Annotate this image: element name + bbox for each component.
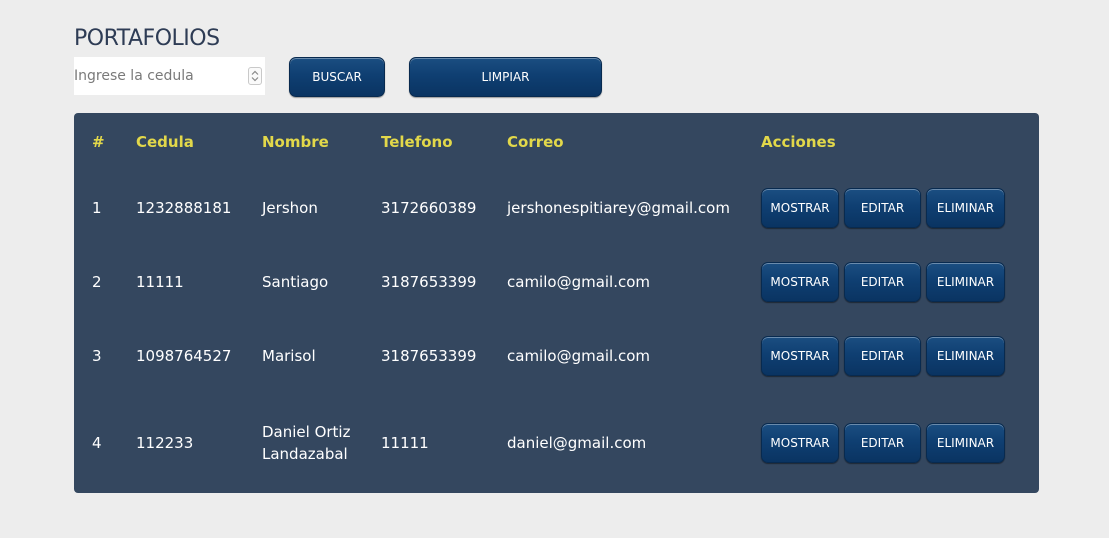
cell-telefono: 3172660389 xyxy=(381,199,477,217)
portafolios-page: PORTAFOLIOS BUSCAR LIMPIAR # Cedula Nomb… xyxy=(0,0,1109,538)
cell-cedula: 1232888181 xyxy=(136,199,232,217)
cell-telefono: 3187653399 xyxy=(381,347,477,365)
limpiar-button[interactable]: LIMPIAR xyxy=(409,57,602,97)
cell-telefono: 3187653399 xyxy=(381,273,477,291)
editar-button[interactable]: EDITAR xyxy=(844,188,921,228)
cell-nombre: Santiago xyxy=(262,273,329,291)
header-num: # xyxy=(92,133,105,151)
cell-acciones: MOSTRAR EDITAR ELIMINAR xyxy=(761,319,1039,393)
mostrar-button[interactable]: MOSTRAR xyxy=(761,423,839,463)
up-down-chevron-icon[interactable] xyxy=(248,67,262,85)
header-correo: Correo xyxy=(507,133,564,151)
mostrar-button[interactable]: MOSTRAR xyxy=(761,188,839,228)
cell-num: 1 xyxy=(92,199,102,217)
cedula-input[interactable] xyxy=(74,57,242,95)
cell-telefono: 11111 xyxy=(381,434,429,452)
cell-num: 3 xyxy=(92,347,102,365)
mostrar-button[interactable]: MOSTRAR xyxy=(761,336,839,376)
cell-cedula: 1098764527 xyxy=(136,347,232,365)
eliminar-button[interactable]: ELIMINAR xyxy=(926,423,1005,463)
editar-button[interactable]: EDITAR xyxy=(844,423,921,463)
header-telefono: Telefono xyxy=(381,133,453,151)
search-field[interactable] xyxy=(74,57,265,95)
editar-button[interactable]: EDITAR xyxy=(844,262,921,302)
table-row: 1 1232888181 Jershon 3172660389 jershone… xyxy=(74,171,1039,245)
cell-acciones: MOSTRAR EDITAR ELIMINAR xyxy=(761,245,1039,319)
cell-cedula: 11111 xyxy=(136,273,184,291)
data-table: # Cedula Nombre Telefono Correo Acciones… xyxy=(74,113,1039,493)
header-acciones: Acciones xyxy=(761,133,836,151)
page-title: PORTAFOLIOS xyxy=(74,26,220,51)
cell-nombre: Daniel Ortiz Landazabal xyxy=(262,423,351,463)
table-header-row: # Cedula Nombre Telefono Correo Acciones xyxy=(74,113,1039,171)
cell-cedula: 112233 xyxy=(136,434,194,452)
buscar-button[interactable]: BUSCAR xyxy=(289,57,385,97)
editar-button[interactable]: EDITAR xyxy=(844,336,921,376)
table-row: 4 112233 Daniel Ortiz Landazabal 11111 d… xyxy=(74,393,1039,493)
header-cedula: Cedula xyxy=(136,133,194,151)
cell-correo: daniel@gmail.com xyxy=(507,434,647,452)
cell-num: 2 xyxy=(92,273,102,291)
portafolios-table: # Cedula Nombre Telefono Correo Acciones… xyxy=(74,113,1039,493)
table-row: 3 1098764527 Marisol 3187653399 camilo@g… xyxy=(74,319,1039,393)
mostrar-button[interactable]: MOSTRAR xyxy=(761,262,839,302)
cell-num: 4 xyxy=(92,434,102,452)
cell-correo: camilo@gmail.com xyxy=(507,347,651,365)
cell-nombre: Marisol xyxy=(262,347,316,365)
cell-correo: jershonespitiarey@gmail.com xyxy=(507,199,730,217)
cell-nombre: Jershon xyxy=(262,199,318,217)
eliminar-button[interactable]: ELIMINAR xyxy=(926,262,1005,302)
cell-correo: camilo@gmail.com xyxy=(507,273,651,291)
eliminar-button[interactable]: ELIMINAR xyxy=(926,336,1005,376)
header-nombre: Nombre xyxy=(262,133,329,151)
eliminar-button[interactable]: ELIMINAR xyxy=(926,188,1005,228)
cell-acciones: MOSTRAR EDITAR ELIMINAR xyxy=(761,393,1039,493)
cell-acciones: MOSTRAR EDITAR ELIMINAR xyxy=(761,171,1039,245)
table-row: 2 11111 Santiago 3187653399 camilo@gmail… xyxy=(74,245,1039,319)
